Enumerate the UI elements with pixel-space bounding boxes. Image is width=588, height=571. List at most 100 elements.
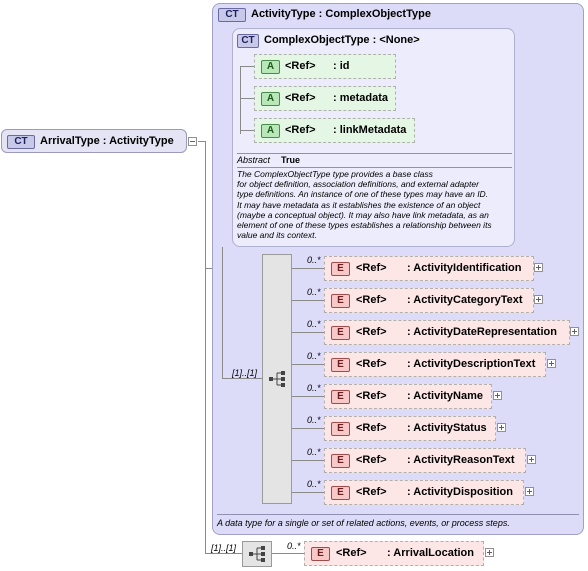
divider [237, 153, 512, 154]
collapse-icon[interactable] [188, 137, 197, 146]
complex-object-type-documentation: The ComplexObjectType type provides a ba… [237, 169, 513, 240]
type-separator: : [102, 135, 107, 147]
element-activity-disposition[interactable]: E <Ref> : ActivityDisposition [324, 480, 524, 505]
complex-type-icon: CT [218, 8, 246, 22]
element-activity-category-text[interactable]: E <Ref> : ActivityCategoryText [324, 288, 534, 313]
connector [240, 98, 254, 99]
type-separator: : [318, 8, 323, 20]
element-multiplicity: 0..* [307, 383, 321, 393]
sequence-compositor[interactable] [262, 254, 292, 504]
element-ref: <Ref> [356, 390, 387, 402]
element-multiplicity: 0..* [287, 541, 301, 551]
element-activity-description-text[interactable]: E <Ref> : ActivityDescriptionText [324, 352, 546, 377]
element-multiplicity: 0..* [307, 479, 321, 489]
arrival-type-name: ArrivalType [40, 135, 100, 147]
element-name: : ActivityDisposition [407, 486, 513, 498]
expand-icon[interactable] [525, 487, 534, 496]
element-ref: <Ref> [356, 262, 387, 274]
attribute-id[interactable]: A <Ref> : id [254, 54, 396, 79]
element-name: : ActivityReasonText [407, 454, 515, 466]
attribute-metadata[interactable]: A <Ref> : metadata [254, 86, 396, 111]
attribute-ref: <Ref> [285, 60, 316, 72]
abstract-label: Abstract [237, 155, 271, 165]
doc-line: (maybe a conceptual object). It may also… [237, 209, 489, 220]
element-name: : ActivityDateRepresentation [407, 326, 557, 338]
expand-icon[interactable] [534, 263, 543, 272]
connector [292, 364, 324, 365]
complex-type-icon: CT [237, 34, 259, 48]
element-icon: E [331, 294, 350, 308]
connector [292, 460, 324, 461]
doc-line: element of one of these types establishe… [237, 220, 492, 231]
doc-line: type definitions. An instance of one of … [237, 189, 489, 200]
attribute-ref: <Ref> [285, 92, 316, 104]
sequence-icon [249, 546, 265, 562]
element-activity-identification[interactable]: E <Ref> : ActivityIdentification [324, 256, 534, 281]
connector [205, 268, 212, 269]
sequence-multiplicity: [1]..[1] [211, 543, 237, 553]
element-ref: <Ref> [356, 358, 387, 370]
expand-icon[interactable] [527, 455, 536, 464]
element-name: : ActivityIdentification [407, 262, 522, 274]
complex-object-type-name: ComplexObjectType [264, 34, 370, 46]
expand-icon[interactable] [493, 391, 502, 400]
complex-type-icon: CT [7, 135, 35, 149]
element-multiplicity: 0..* [307, 351, 321, 361]
abstract-value: True [281, 155, 301, 165]
element-activity-status[interactable]: E <Ref> : ActivityStatus [324, 416, 496, 441]
element-arrival-location[interactable]: E <Ref> : ArrivalLocation [304, 541, 484, 566]
element-multiplicity: 0..* [307, 447, 321, 457]
element-ref: <Ref> [356, 326, 387, 338]
attribute-name: : metadata [333, 92, 389, 104]
element-icon: E [331, 326, 350, 340]
element-activity-reason-text[interactable]: E <Ref> : ActivityReasonText [324, 448, 526, 473]
sequence-compositor[interactable] [242, 541, 272, 567]
attribute-ref: <Ref> [285, 124, 316, 136]
connector [205, 141, 206, 554]
element-multiplicity: 0..* [307, 319, 321, 329]
connector [292, 332, 324, 333]
element-icon: E [331, 390, 350, 404]
connector [292, 268, 324, 269]
attribute-icon: A [261, 92, 280, 106]
element-icon: E [311, 547, 330, 561]
doc-line: for object definition, association defin… [237, 179, 479, 190]
arrival-type-node[interactable]: CT ArrivalType : ActivityType [1, 129, 187, 153]
connector [292, 396, 324, 397]
element-name: : ActivityName [407, 390, 484, 402]
element-activity-name[interactable]: E <Ref> : ActivityName [324, 384, 492, 409]
element-ref: <Ref> [356, 294, 387, 306]
expand-icon[interactable] [570, 327, 579, 336]
element-name: : ActivityCategoryText [407, 294, 523, 306]
connector [240, 66, 254, 67]
arrival-type-base: ActivityType [109, 135, 174, 147]
element-activity-date-representation[interactable]: E <Ref> : ActivityDateRepresentation [324, 320, 570, 345]
element-icon: E [331, 422, 350, 436]
doc-line: value and its context. [237, 230, 317, 241]
expand-icon[interactable] [485, 548, 494, 557]
expand-icon[interactable] [547, 359, 556, 368]
element-icon: E [331, 358, 350, 372]
element-icon: E [331, 454, 350, 468]
attribute-name: : linkMetadata [333, 124, 407, 136]
element-name: : ActivityStatus [407, 422, 487, 434]
type-separator: : [372, 34, 377, 46]
element-ref: <Ref> [356, 454, 387, 466]
doc-line: The ComplexObjectType type provides a ba… [237, 169, 433, 179]
element-ref: <Ref> [336, 547, 367, 559]
attribute-name: : id [333, 60, 350, 72]
connector [292, 492, 324, 493]
expand-icon[interactable] [497, 423, 506, 432]
activity-type-base: ComplexObjectType [325, 8, 431, 20]
activity-type-documentation: A data type for a single or set of relat… [217, 518, 510, 528]
element-multiplicity: 0..* [307, 415, 321, 425]
connector [222, 247, 223, 379]
attribute-link-metadata[interactable]: A <Ref> : linkMetadata [254, 118, 415, 143]
connector [292, 300, 324, 301]
connector [205, 553, 242, 554]
connector [240, 66, 241, 134]
expand-icon[interactable] [534, 295, 543, 304]
element-icon: E [331, 262, 350, 276]
connector [292, 428, 324, 429]
element-name: : ArrivalLocation [387, 547, 474, 559]
